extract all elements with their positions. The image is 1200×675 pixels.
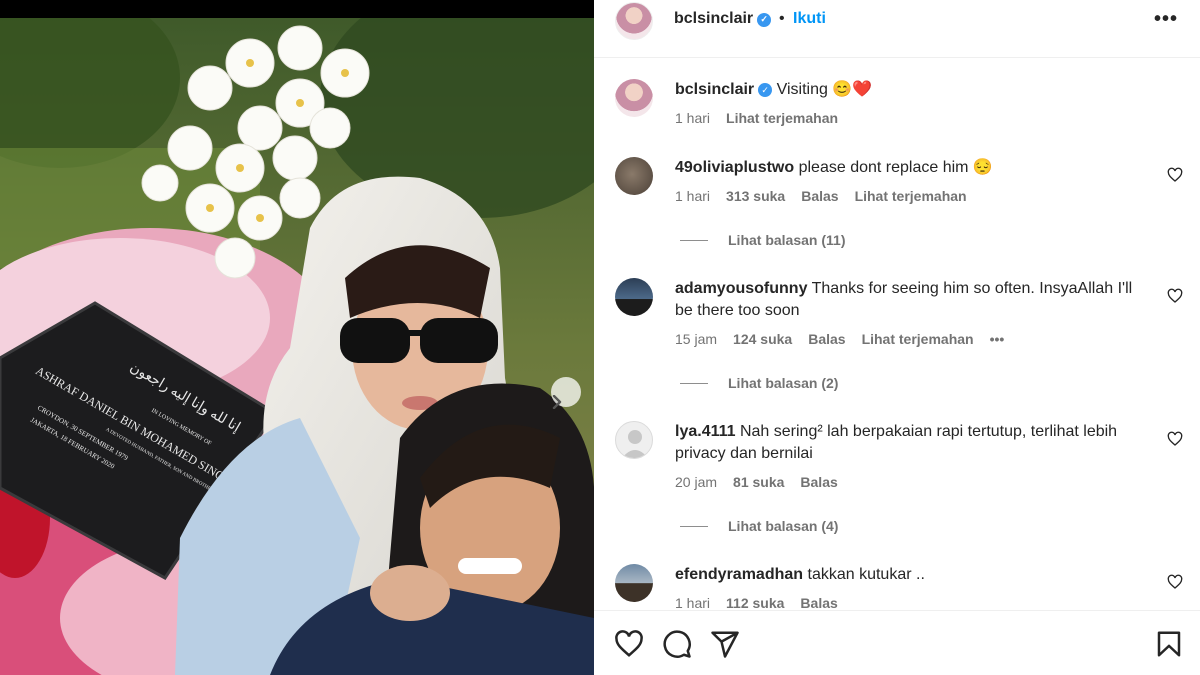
post-photo: إنا لله وإنا إليه راجعون IN LOVING MEMOR… [0, 0, 594, 675]
heart-icon[interactable] [1167, 431, 1183, 447]
comment-meta: 15 jam 124 suka Balas Lihat terjemahan •… [675, 331, 1020, 347]
commenter-avatar[interactable] [615, 421, 653, 459]
heart-icon[interactable] [614, 629, 644, 659]
bookmark-icon[interactable] [1154, 629, 1184, 659]
comment-text: takkan kutukar .. [807, 566, 925, 583]
comment-body: 49oliviaplustwo please dont replace him … [675, 157, 1145, 179]
comment-text: please dont replace him 😔 [798, 159, 993, 176]
share-icon[interactable] [710, 629, 740, 659]
view-replies-label[interactable]: Lihat balasan (2) [728, 375, 838, 391]
comment-username[interactable]: adamyousofunny [675, 280, 807, 297]
comment-time[interactable]: 15 jam [675, 331, 717, 347]
caption-time[interactable]: 1 hari [675, 110, 710, 126]
caption-username[interactable]: bclsinclair [675, 81, 754, 98]
comment-username[interactable]: efendyramadhan [675, 566, 803, 583]
comment-username[interactable]: lya.4111 [675, 423, 736, 440]
verified-icon: ✓ [758, 83, 773, 97]
heart-icon[interactable] [1167, 288, 1183, 304]
photo-illustration: إنا لله وإنا إليه راجعون IN LOVING MEMOR… [0, 18, 594, 675]
view-replies-button[interactable]: Lihat balasan (2) [680, 375, 838, 391]
comment-likes[interactable]: 81 suka [733, 474, 784, 490]
comment-meta: 1 hari 313 suka Balas Lihat terjemahan [675, 188, 983, 204]
default-avatar-icon [622, 430, 648, 458]
comment-meta: 20 jam 81 suka Balas [675, 474, 854, 490]
comment-meta: 1 hari 112 suka Balas [675, 595, 854, 609]
reply-button[interactable]: Balas [800, 595, 837, 609]
author-avatar[interactable] [615, 2, 653, 40]
commenter-avatar[interactable] [615, 564, 653, 602]
comment-time[interactable]: 1 hari [675, 188, 710, 204]
view-replies-button[interactable]: Lihat balasan (11) [680, 232, 845, 248]
comment-username[interactable]: 49oliviaplustwo [675, 159, 794, 176]
comment-likes[interactable]: 313 suka [726, 188, 785, 204]
comment-body: efendyramadhan takkan kutukar .. [675, 564, 1145, 586]
translate-button[interactable]: Lihat terjemahan [855, 188, 967, 204]
commenter-avatar[interactable] [615, 278, 653, 316]
view-replies-button[interactable]: Lihat balasan (4) [680, 518, 838, 534]
post-header: bclsinclair ✓ • Ikuti ••• [594, 0, 1200, 58]
verified-icon: ✓ [757, 12, 772, 27]
reply-button[interactable]: Balas [801, 188, 838, 204]
heart-icon[interactable] [1167, 167, 1183, 183]
reply-button[interactable]: Balas [800, 474, 837, 490]
author-avatar[interactable] [615, 79, 653, 117]
photo-top-bar [0, 0, 594, 18]
comment-time[interactable]: 20 jam [675, 474, 717, 490]
heart-icon[interactable] [1167, 574, 1183, 590]
header-separator: • [779, 10, 785, 27]
replies-line [680, 239, 708, 241]
comment-icon[interactable] [662, 629, 692, 659]
comment-likes[interactable]: 124 suka [733, 331, 792, 347]
more-icon[interactable]: ••• [1154, 8, 1178, 31]
post-panel: bclsinclair ✓ • Ikuti ••• bclsinclair ✓ Vi… [594, 0, 1200, 675]
caption-text: Visiting 😊❤️ [776, 81, 873, 98]
comment-time[interactable]: 1 hari [675, 595, 710, 609]
comment-body: lya.4111 Nah sering² lah berpakaian rapi… [675, 421, 1145, 465]
replies-line [680, 382, 708, 384]
comment-text: Nah sering² lah berpakaian rapi tertutup… [675, 423, 1118, 462]
commenter-avatar[interactable] [615, 157, 653, 195]
comment-likes[interactable]: 112 suka [726, 595, 784, 609]
chevron-right-icon [552, 395, 562, 409]
comment-more-icon[interactable]: ••• [990, 331, 1005, 347]
view-replies-label[interactable]: Lihat balasan (4) [728, 518, 838, 534]
reply-button[interactable]: Balas [808, 331, 845, 347]
caption-meta: 1 hari Lihat terjemahan [675, 110, 854, 126]
follow-button[interactable]: Ikuti [793, 10, 826, 28]
next-photo-button[interactable] [551, 377, 581, 409]
caption-translate[interactable]: Lihat terjemahan [726, 110, 838, 126]
translate-button[interactable]: Lihat terjemahan [862, 331, 974, 347]
replies-line [680, 525, 708, 527]
action-bar [594, 610, 1200, 675]
caption-body: bclsinclair ✓ Visiting 😊❤️ [675, 79, 1145, 101]
view-replies-label[interactable]: Lihat balasan (11) [728, 232, 845, 248]
comment-body: adamyousofunny Thanks for seeing him so … [675, 278, 1145, 322]
author-username-text[interactable]: bclsinclair [674, 10, 753, 27]
author-username[interactable]: bclsinclair ✓ [674, 10, 772, 28]
comments-list[interactable]: bclsinclair ✓ Visiting 😊❤️ 1 hari Lihat t… [594, 59, 1200, 609]
